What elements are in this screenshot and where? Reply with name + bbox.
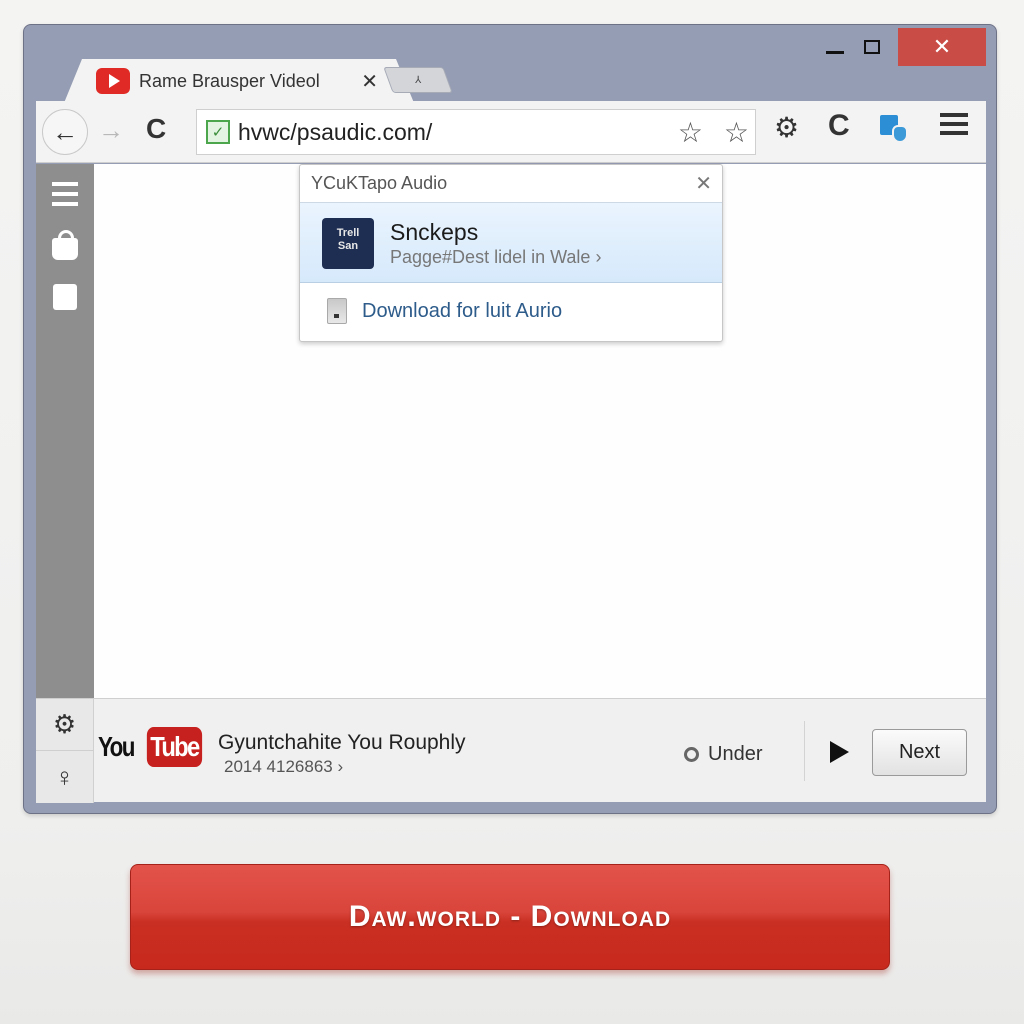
new-tab-button[interactable]: ⅄ (383, 67, 453, 93)
forward-arrow-icon: → (98, 115, 124, 145)
microphone-button[interactable]: ♀ (36, 751, 94, 803)
hamburger-menu-icon[interactable] (940, 113, 968, 140)
popup-media-item[interactable]: Trell San Snckeps Pagge#Dest lidel in Wal… (300, 203, 722, 283)
sidebar-menu-icon[interactable] (36, 182, 94, 212)
download-audio-label: Download for luit Aurio (362, 299, 563, 322)
popup-close-icon[interactable]: ✕ (695, 171, 712, 196)
maximize-icon (864, 40, 880, 54)
under-radio[interactable]: Under (684, 743, 762, 766)
address-bar[interactable]: ✓ hvwc/psaudic.com/ ☆ ☆ (196, 109, 756, 155)
secure-check-icon: ✓ (206, 120, 230, 144)
radio-icon (684, 747, 699, 762)
tab-close-icon[interactable]: ✕ (361, 69, 378, 94)
download-file-icon (327, 298, 347, 324)
bookmark-star-icon[interactable]: ☆ (724, 116, 749, 149)
star-icon[interactable]: ☆ (678, 116, 703, 149)
reload-icon: C (146, 113, 167, 144)
video-meta: 2014 4126863 › (224, 757, 344, 776)
next-button[interactable]: Next (872, 729, 967, 776)
back-arrow-icon: ← (52, 116, 78, 147)
close-window-button[interactable]: ✕ (898, 28, 986, 66)
sidebar (36, 164, 94, 698)
gear-icon[interactable]: ⚙ (774, 111, 799, 144)
media-thumbnail: Trell San (322, 218, 374, 269)
forward-button[interactable]: → (98, 115, 124, 146)
window-controls: ✕ (820, 28, 986, 66)
maximize-button[interactable] (850, 28, 894, 66)
video-title[interactable]: Gyuntchahite You Rouphly (218, 731, 466, 755)
browser-toolbar: ← → C ✓ hvwc/psaudic.com/ ☆ ☆ ⚙ C (36, 101, 986, 163)
youtube-logo-tube: Tube (146, 727, 202, 767)
tab-active[interactable]: Rame Brausper Videol ✕ (64, 59, 414, 103)
minimize-button[interactable] (820, 28, 850, 66)
settings-gear-button[interactable]: ⚙ (36, 699, 94, 751)
back-button[interactable]: ← (42, 109, 88, 155)
download-audio-link[interactable]: Download for luit Aurio (300, 283, 722, 339)
gear-icon: ⚙ (52, 709, 77, 739)
audio-popup: YCuKTapo Audio ✕ Trell San Snckeps Pagge#… (299, 164, 723, 342)
youtube-logo-you: You (98, 731, 135, 762)
c-extension-icon[interactable]: C (828, 109, 850, 143)
url-text[interactable]: hvwc/psaudic.com/ (238, 119, 432, 146)
popup-title: YCuKTapo Audio (311, 173, 448, 193)
youtube-logo: You Tube (98, 727, 207, 767)
new-tab-icon: ⅄ (414, 74, 422, 86)
browser-window: ✕ Rame Brausper Videol ✕ ⅄ ← → C ✓ hvwc/… (23, 24, 997, 814)
reload-button[interactable]: C (146, 113, 166, 145)
download-button-label: Daw.world - Download (348, 900, 672, 933)
clipboard-icon[interactable] (36, 284, 94, 310)
shopping-bag-icon[interactable] (36, 230, 94, 260)
minimize-icon (826, 50, 844, 54)
microphone-icon: ♀ (54, 761, 75, 792)
popup-header: YCuKTapo Audio ✕ (300, 165, 722, 203)
tab-title: Rame Brausper Videol (139, 70, 320, 91)
divider (804, 721, 805, 781)
close-icon: ✕ (932, 34, 952, 59)
radio-label: Under (708, 743, 763, 765)
media-subtitle: Pagge#Dest lidel in Wale › (390, 247, 602, 267)
play-icon[interactable] (830, 741, 849, 763)
download-button[interactable]: Daw.world - Download (130, 864, 890, 970)
youtube-play-icon (96, 68, 130, 94)
video-bar: ⚙ ♀ You Tube Gyuntchahite You Rouphly 20… (36, 698, 986, 803)
media-title: Snckeps (390, 219, 479, 245)
chat-extension-icon[interactable] (880, 115, 910, 145)
